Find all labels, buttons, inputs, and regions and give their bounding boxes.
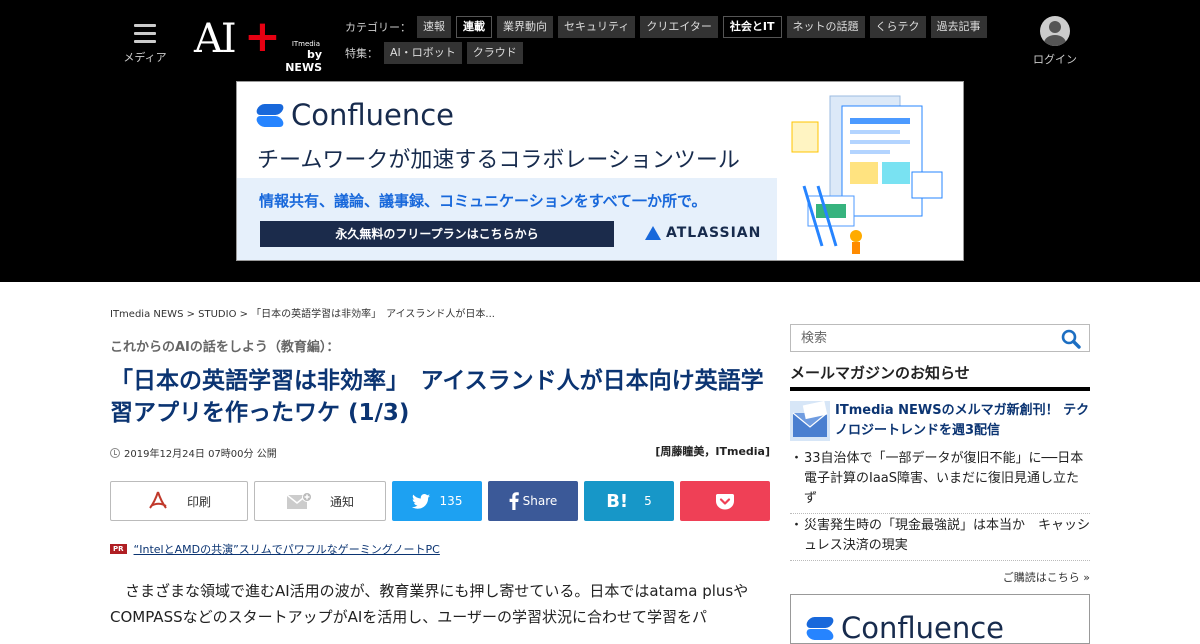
notify-button[interactable]: 通知 [254, 481, 386, 521]
notify-label: 通知 [329, 494, 354, 509]
confluence-logo: Confluence [254, 98, 455, 132]
site-search [790, 324, 1090, 352]
logo-ai-text: AI [194, 16, 237, 62]
print-label: 印刷 [186, 494, 211, 509]
sidebar-confluence-brand-name: Confluence [841, 611, 1005, 644]
nav-tag-sokuho[interactable]: 速報 [417, 16, 451, 38]
mailmag-feature[interactable]: ITmedia NEWSのメルマガ新創刊！ テクノロジートレンドを週3配信 [790, 401, 1090, 441]
confluence-banner-ad[interactable]: Confluence チームワークが加速するコラボレーションツール 情報共有、議… [236, 81, 964, 261]
author-byline: [周藤瞳美，ITmedia] [655, 445, 770, 458]
site-header: メディア AI + ITmedia by NEWS カテゴリー： 速報 連載 業… [0, 0, 1200, 282]
notify-mail-icon [286, 492, 312, 510]
hamburger-icon [134, 24, 156, 43]
pr-link-line: PR “IntelとAMDの共演”スリムでパワフルなゲーミングノートPC [110, 541, 440, 557]
mailmag-section-title: メールマガジンのお知らせ [790, 362, 1090, 391]
article-title: 「日本の英語学習は非効率」 アイスランド人が日本向け英語学習アプリを作ったワケ … [110, 368, 764, 426]
twitter-bird-icon [411, 493, 430, 509]
sidebar-confluence-logo: Confluence [804, 611, 1005, 644]
print-button[interactable]: 印刷 [110, 481, 248, 521]
ad-subheadline: 情報共有、議論、議事録、コミュニケーションをすべて一か所で。 [259, 192, 707, 210]
confluence-brand-name: Confluence [291, 98, 455, 132]
hatena-bookmark-count: 5 [644, 494, 652, 508]
facebook-share-label: Share [522, 494, 558, 508]
ad-free-plan-button[interactable]: 永久無料のフリープランはこちらから [260, 221, 614, 247]
search-input[interactable] [791, 325, 1051, 351]
confluence-logo-icon [254, 102, 286, 128]
twitter-share-count: 135 [439, 494, 463, 508]
nav-tag-industry[interactable]: 業界動向 [497, 16, 553, 38]
publish-date-text: 2019年12月24日 07時00分 公開 [124, 449, 277, 460]
mailmag-feature-text: ITmedia NEWSのメルマガ新創刊！ テクノロジートレンドを週3配信 [835, 403, 1090, 438]
sidebar-news-item[interactable]: 33自治体で「一部データが復旧不能」に──日本電子計算のIaaS障害、いまだに復… [790, 449, 1090, 514]
mail-envelope-icon [790, 401, 830, 441]
feature-nav: 特集： AI・ロボット クラウド [345, 42, 528, 64]
category-label: カテゴリー： [345, 21, 411, 34]
pdf-print-icon [147, 490, 169, 512]
login-label: ログイン [1033, 53, 1077, 66]
pocket-save-button[interactable] [680, 481, 770, 521]
nav-tag-cloud[interactable]: クラウド [466, 42, 523, 64]
hatena-bookmark-button[interactable]: B! 5 [584, 481, 674, 521]
facebook-share-button[interactable]: Share [488, 481, 578, 521]
nav-tag-society-it[interactable]: 社会とIT [722, 16, 782, 38]
search-icon[interactable] [1061, 329, 1081, 349]
nav-tag-creator[interactable]: クリエイター [640, 16, 718, 38]
nav-tag-archive[interactable]: 過去記事 [930, 16, 987, 38]
category-nav: カテゴリー： 速報 連載 業界動向 セキュリティ クリエイター 社会とIT ネッ… [345, 16, 992, 38]
pr-link[interactable]: “IntelとAMDの共演”スリムでパワフルなゲーミングノートPC [134, 541, 440, 557]
login-button[interactable]: ログイン [1030, 16, 1080, 67]
nav-tag-net-topics[interactable]: ネットの話題 [786, 16, 865, 38]
article-body: さまざまな領域で進むAI活用の波が、教育業界にも押し寄せている。日本ではatam… [110, 582, 749, 626]
atlassian-brand-name: ATLASSIAN [666, 225, 762, 241]
atlassian-logo: ATLASSIAN [645, 225, 761, 241]
site-logo[interactable]: AI + ITmedia by NEWS [194, 14, 326, 75]
clock-icon [110, 447, 120, 458]
ad-collaboration-illustration-icon [791, 95, 943, 254]
media-menu-label: メディア [123, 51, 167, 64]
subscribe-link[interactable]: ご購読はこちら » [890, 569, 1090, 585]
nav-tag-rensai[interactable]: 連載 [456, 16, 492, 38]
hatena-bookmark-icon: B! [606, 490, 629, 512]
sidebar-confluence-ad[interactable]: Confluence [790, 594, 1090, 644]
nav-tag-security[interactable]: セキュリティ [558, 16, 636, 38]
sidebar-confluence-logo-icon [804, 615, 836, 641]
user-avatar-icon [1040, 16, 1070, 46]
logo-plus-text: + [244, 11, 281, 62]
twitter-share-button[interactable]: 135 [392, 481, 482, 521]
ad-headline: チームワークが加速するコラボレーションツール [257, 148, 740, 173]
feature-label: 特集： [345, 47, 378, 60]
breadcrumb[interactable]: ITmedia NEWS > STUDIO > 「日本の英語学習は非効率」 アイ… [110, 305, 495, 320]
atlassian-logo-icon [645, 226, 661, 240]
pocket-icon [716, 493, 734, 510]
publish-date: 2019年12月24日 07時00分 公開 [110, 445, 277, 460]
nav-tag-kuratech[interactable]: くらテク [869, 16, 926, 38]
media-menu-button[interactable]: メディア [118, 20, 172, 65]
pr-badge: PR [110, 544, 127, 554]
facebook-f-icon [509, 492, 519, 510]
article-kicker: これからのAIの話をしよう（教育編）： [110, 340, 340, 355]
sidebar-news-item[interactable]: 災害発生時の「現金最強説」は本当か キャッシュレス決済の現実 [790, 516, 1090, 561]
logo-itmedia-text: ITmedia [291, 40, 320, 48]
logo-news-text: by NEWS [285, 48, 322, 74]
nav-tag-ai-robot[interactable]: AI・ロボット [384, 42, 462, 64]
